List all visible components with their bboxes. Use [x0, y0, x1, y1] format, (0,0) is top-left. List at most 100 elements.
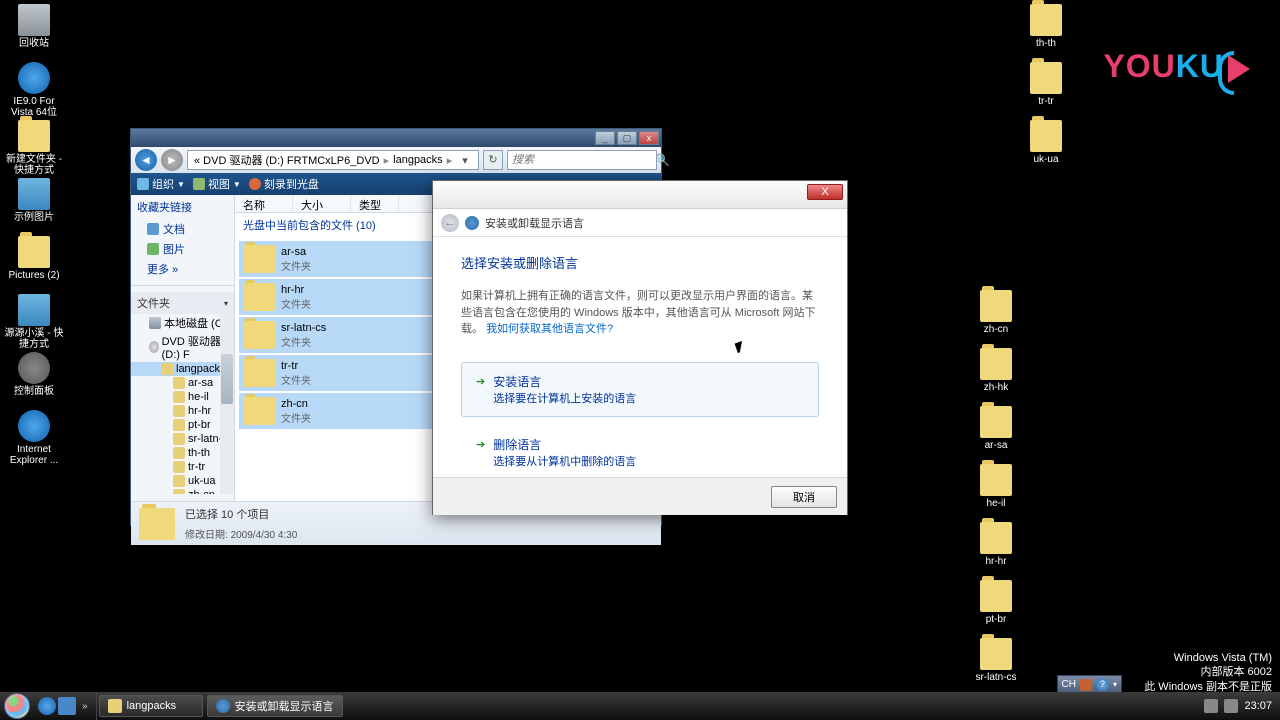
desktop-icon-回收站[interactable]: 回收站	[4, 4, 64, 49]
tree-item-本地磁盘 (C:)[interactable]: 本地磁盘 (C:)	[131, 314, 234, 332]
refresh-button[interactable]: ↻	[483, 150, 503, 170]
tree-item-ar-sa[interactable]: ar-sa	[131, 376, 234, 390]
chevron-icon[interactable]: »	[78, 701, 92, 712]
start-button[interactable]	[0, 692, 34, 720]
taskbar-item-langpacks[interactable]: langpacks	[99, 695, 203, 717]
dialog-close-button[interactable]: X	[807, 184, 843, 200]
ie-icon	[18, 62, 50, 94]
burn-button[interactable]: 刻录到光盘	[249, 176, 319, 192]
scrollbar-thumb[interactable]	[221, 354, 233, 404]
folder-icon	[173, 433, 185, 445]
desktop-icon-控制面板[interactable]: 控制面板	[4, 352, 64, 397]
tree-item-he-il[interactable]: he-il	[131, 390, 234, 404]
close-button[interactable]: x	[639, 131, 659, 145]
dvd-icon	[149, 341, 159, 353]
tree-item-tr-tr[interactable]: tr-tr	[131, 460, 234, 474]
pic-icon	[147, 243, 159, 255]
tree-item-sr-latn-cs[interactable]: sr-latn-cs	[131, 432, 234, 446]
tray-icon[interactable]	[1204, 699, 1218, 713]
dialog-help-link[interactable]: 我如何获取其他语言文件?	[486, 323, 613, 335]
desktop-icon-hr-hr[interactable]: hr-hr	[966, 522, 1026, 567]
tree-item-uk-ua[interactable]: uk-ua	[131, 474, 234, 488]
desktop-icon-zh-cn[interactable]: zh-cn	[966, 290, 1026, 335]
maximize-button[interactable]: ▢	[617, 131, 637, 145]
views-button[interactable]: 视图▼	[193, 176, 241, 192]
status-icon	[139, 508, 175, 540]
tree-item-zh-cn[interactable]: zh-cn	[131, 488, 234, 494]
watermark: Windows Vista (TM) 内部版本 6002 此 Windows 副…	[1144, 651, 1272, 694]
desktop-icon-Internet Explorer ...[interactable]: Internet Explorer ...	[4, 410, 64, 466]
address-dropdown[interactable]: ▾	[456, 154, 474, 167]
doc-icon	[147, 223, 159, 235]
folder-icon	[18, 120, 50, 152]
desktop-icon-zh-hk[interactable]: zh-hk	[966, 348, 1026, 393]
clock[interactable]: 23:07	[1244, 700, 1272, 712]
dialog-title-text: 安装或卸载显示语言	[485, 215, 584, 231]
folder-icon	[1030, 120, 1062, 152]
folder-icon	[173, 377, 185, 389]
folder-icon	[161, 363, 173, 375]
col-size[interactable]: 大小	[293, 195, 351, 212]
ie-icon[interactable]	[38, 697, 56, 715]
arrow-icon: ➔	[476, 375, 485, 388]
desktop-icon-示例图片[interactable]: 示例图片	[4, 178, 64, 223]
forward-button[interactable]: ►	[161, 149, 183, 171]
desktop: 回收站 IE9.0 For Vista 64位新建文件夹 - 快捷方式示例图片 Pi…	[0, 0, 1280, 720]
remove-language-option[interactable]: ➔ 删除语言 选择要从计算机中删除的语言	[461, 425, 819, 480]
sidebar-link-文档[interactable]: 文档	[131, 219, 234, 239]
col-type[interactable]: 类型	[351, 195, 399, 212]
globe-icon	[465, 216, 479, 230]
back-button[interactable]: ◄	[135, 149, 157, 171]
more-link[interactable]: 更多 »	[131, 259, 234, 279]
tree-item-pt-br[interactable]: pt-br	[131, 418, 234, 432]
desktop-icon-sr-latn-cs[interactable]: sr-latn-cs	[966, 638, 1026, 683]
folder-icon	[980, 348, 1012, 380]
quick-launch-icon[interactable]	[58, 697, 76, 715]
tray-icon[interactable]	[1224, 699, 1238, 713]
taskbar-item-安装或卸载显示语言[interactable]: 安装或卸载显示语言	[207, 695, 343, 717]
favorites-header: 收藏夹链接	[131, 195, 234, 219]
tree-item-th-th[interactable]: th-th	[131, 446, 234, 460]
sidebar-link-图片[interactable]: 图片	[131, 239, 234, 259]
desktop-icon-pt-br[interactable]: pt-br	[966, 580, 1026, 625]
search-icon[interactable]: 🔍	[655, 153, 670, 167]
folder-icon	[173, 447, 185, 459]
minimize-button[interactable]: _	[595, 131, 615, 145]
desktop-icon-新建文件夹 - 快捷方式[interactable]: 新建文件夹 - 快捷方式	[4, 120, 64, 176]
cancel-button[interactable]: 取消	[771, 486, 837, 508]
folders-header[interactable]: 文件夹▾	[131, 292, 234, 314]
status-selection: 已选择 10 个项目	[185, 506, 297, 522]
gear-icon	[18, 352, 50, 384]
dialog-back-button[interactable]: ←	[441, 214, 459, 232]
search-box[interactable]: 🔍	[507, 150, 657, 170]
folder-icon	[18, 236, 50, 268]
dialog-titlebar[interactable]: X	[433, 181, 847, 209]
folder-icon	[1030, 62, 1062, 94]
tree-item-langpacks[interactable]: langpacks	[131, 362, 234, 376]
sidebar-scrollbar[interactable]	[220, 314, 234, 494]
address-bar[interactable]: « DVD 驱动器 (D:) FRTMCxLP6_DVD ▸ langpacks…	[187, 150, 479, 170]
ime-icon[interactable]	[1080, 679, 1092, 691]
tree-item-DVD 驱动器 (D:) F[interactable]: DVD 驱动器 (D:) F	[131, 332, 234, 362]
desktop-icon-uk-ua[interactable]: uk-ua	[1016, 120, 1076, 165]
desktop-icon-ar-sa[interactable]: ar-sa	[966, 406, 1026, 451]
desktop-icon-源源小溪 - 快捷方式[interactable]: 源源小溪 - 快捷方式	[4, 294, 64, 350]
desktop-icon-he-il[interactable]: he-il	[966, 464, 1026, 509]
tree-item-hr-hr[interactable]: hr-hr	[131, 404, 234, 418]
desktop-icon-tr-tr[interactable]: tr-tr	[1016, 62, 1076, 107]
help-icon[interactable]: ?	[1096, 678, 1109, 691]
explorer-titlebar[interactable]: _ ▢ x	[131, 129, 661, 147]
col-name[interactable]: 名称	[235, 195, 293, 212]
install-language-option[interactable]: ➔ 安装语言 选择要在计算机上安装的语言	[461, 362, 819, 417]
organize-button[interactable]: 组织▼	[137, 176, 185, 192]
folder-icon	[980, 406, 1012, 438]
folder-icon	[108, 699, 122, 713]
dialog-heading: 选择安装或删除语言	[461, 253, 819, 272]
language-dialog: X ← 安装或卸载显示语言 选择安装或删除语言 如果计算机上拥有正确的语言文件，…	[432, 180, 848, 515]
folder-icon	[243, 321, 275, 349]
desktop-icon-th-th[interactable]: th-th	[1016, 4, 1076, 49]
search-input[interactable]	[512, 154, 655, 166]
explorer-sidebar: 收藏夹链接 文档图片 更多 » 文件夹▾ 本地磁盘 (C:)DVD 驱动器 (D…	[131, 195, 235, 501]
desktop-icon-Pictures (2)[interactable]: Pictures (2)	[4, 236, 64, 281]
desktop-icon-IE9.0 For Vista 64位[interactable]: IE9.0 For Vista 64位	[4, 62, 64, 118]
